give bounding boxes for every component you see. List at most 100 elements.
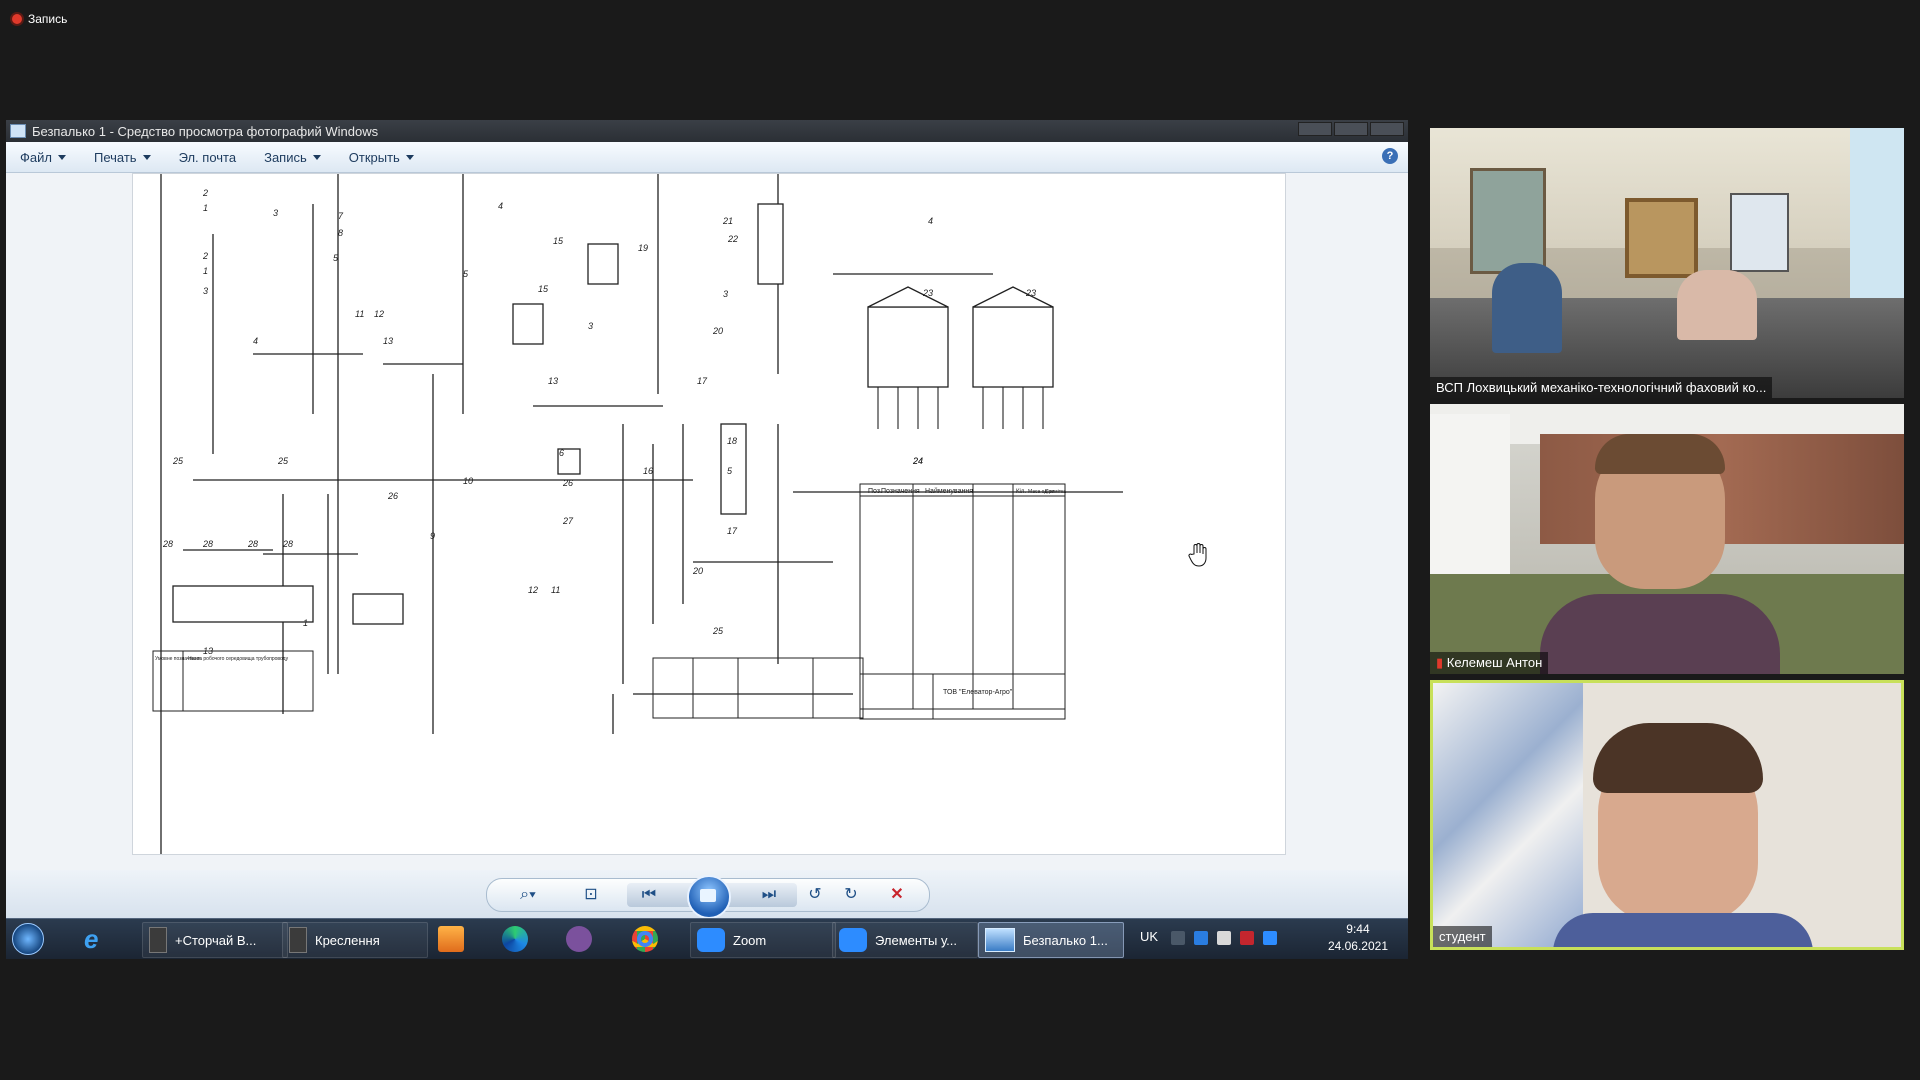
process-flow-schematic: 21 3213478511 1213541515133192122320423 232… [152, 174, 1123, 854]
actual-size-icon[interactable]: ⊡ [579, 883, 603, 907]
taskbar-app-label: Элементы у... [875, 932, 958, 948]
taskbar-app-kreslennia[interactable]: Креслення [282, 922, 428, 958]
internet-explorer-icon: e [84, 924, 99, 954]
delete-icon[interactable]: ✕ [885, 883, 909, 907]
previous-icon[interactable]: ⏮ [637, 883, 661, 907]
person-shirt [1553, 913, 1813, 947]
taskbar-zoom-elements[interactable]: Элементы у... [832, 922, 978, 958]
taskbar-viber[interactable] [566, 922, 592, 956]
tray-clipboard-icon[interactable] [1217, 931, 1231, 945]
drawing-callout: 3 [203, 286, 208, 296]
rotate-right-icon[interactable]: ↻ [839, 883, 863, 907]
drawing-callout: 25 [712, 626, 724, 636]
image-viewport[interactable]: 2 1 3 2 1 3 4 7 8 5 11 12 13 5 4 15 15 13 3 19 21 22 3 20 4 23 23 2… [6, 173, 1408, 870]
tray-zoom-meeting-icon[interactable] [1263, 931, 1277, 945]
taskbar-photo-viewer[interactable]: Безпалько 1... [978, 922, 1124, 958]
person-student [1677, 270, 1757, 340]
menu-print[interactable]: Печать [80, 150, 165, 165]
person-shirt [1540, 594, 1780, 674]
taskbar-edge[interactable] [502, 922, 528, 956]
drawing-callout: 28 [162, 539, 173, 549]
taskbar-app-label: +Сторчай В... [175, 932, 257, 948]
viber-icon [566, 926, 592, 952]
drawing-callout: 26 [562, 478, 573, 488]
taskbar-chrome[interactable] [632, 922, 658, 956]
participant-name: Келемеш Антон [1446, 655, 1543, 670]
drawing-callout: 22 [727, 234, 738, 244]
menu-burn[interactable]: Запись [250, 150, 335, 165]
drawing-callout: 4 [498, 201, 503, 211]
viewer-controls: ⌕▾ ⊡ ⏮ ⏭ ↺ ↻ ✕ [6, 870, 1408, 919]
taskbar-zoom[interactable]: Zoom [690, 922, 836, 958]
chrome-icon [632, 926, 658, 952]
rotate-left-icon[interactable]: ↺ [803, 883, 827, 907]
drawing-callout: 28 [247, 539, 258, 549]
table-spec-h4: Кіл. [1016, 489, 1026, 495]
taskbar-clock[interactable]: 9:44 24.06.2021 [1328, 921, 1388, 955]
slideshow-icon[interactable] [687, 875, 731, 919]
wall-board [1625, 198, 1698, 278]
tray-network-icon[interactable] [1171, 931, 1185, 945]
edge-icon [502, 926, 528, 952]
taskbar-app-storchai[interactable]: +Сторчай В... [142, 922, 288, 958]
drawing-callout: 28 [282, 539, 293, 549]
photo-viewer-icon [10, 124, 26, 138]
drawing-callout: 20 [692, 566, 703, 576]
video-tile-college[interactable]: ВСП Лохвицький механіко-технологічний фа… [1430, 128, 1904, 398]
drawing-callout: 16 [643, 466, 653, 476]
magnifier-icon[interactable]: ⌕▾ [513, 883, 543, 907]
control-bar: ⌕▾ ⊡ ⏮ ⏭ ↺ ↻ ✕ [486, 875, 930, 919]
maximize-button[interactable] [1334, 122, 1368, 136]
drawing-callout: 21 [722, 216, 733, 226]
windows-logo-icon [12, 923, 44, 955]
minimize-button[interactable] [1298, 122, 1332, 136]
participant-name-bar: ▮ Келемеш Антон [1430, 652, 1549, 674]
drawing-callout: 1 [303, 618, 308, 628]
video-tile-student[interactable]: студент [1430, 680, 1904, 950]
drawing-callout: 13 [203, 646, 213, 656]
taskbar-media[interactable] [438, 922, 464, 956]
clock-date: 24.06.2021 [1327, 939, 1388, 953]
drawing-callout: 9 [430, 531, 435, 541]
menu-file[interactable]: Файл [6, 150, 80, 165]
drawing-callout: 4 [253, 336, 258, 346]
drawing-callout: 11 [551, 585, 560, 595]
window-title: Безпалько 1 - Средство просмотра фотогра… [32, 123, 379, 139]
table-small-h2: Назва робочого середовища трубопроводу [188, 656, 289, 662]
drawing-callout: 6 [559, 448, 564, 458]
drawing-callout: 15 [553, 236, 564, 246]
drawing-callout: 24 [912, 456, 923, 466]
media-player-icon [438, 926, 464, 952]
tray-antivirus-icon[interactable] [1240, 931, 1254, 945]
photo-viewer-icon [985, 928, 1015, 952]
drawing-callout: 20 [712, 326, 723, 336]
menu-open[interactable]: Открыть [335, 150, 428, 165]
drawing-callout: 1 [203, 266, 208, 276]
person-hair [1595, 434, 1725, 474]
drawing-callout: 23 [922, 288, 933, 298]
drawing-callout: 18 [727, 436, 737, 446]
zoom-icon [697, 928, 725, 952]
video-tile-kelemesh[interactable]: ▮ Келемеш Антон [1430, 404, 1904, 674]
table-spec-h2: Позначення [881, 488, 920, 495]
taskbar-app-label: Безпалько 1... [1023, 932, 1108, 948]
drawing-callout: 19 [638, 243, 648, 253]
recording-indicator: Запись [12, 12, 67, 26]
menu-email[interactable]: Эл. почта [165, 150, 251, 165]
person-teacher [1492, 263, 1562, 353]
photo-viewer-window: Безпалько 1 - Средство просмотра фотогра… [6, 120, 1408, 919]
drawing-callout: 25 [172, 456, 184, 466]
chevron-down-icon [57, 154, 66, 160]
window-titlebar[interactable]: Безпалько 1 - Средство просмотра фотогра… [6, 120, 1408, 142]
close-window-button[interactable] [1370, 122, 1404, 136]
drawing-callout: 26 [387, 491, 398, 501]
drawing-callout: 17 [727, 526, 738, 536]
start-button[interactable] [12, 922, 44, 956]
drawing-callout: 2 [202, 188, 208, 198]
tray-zoom-icon[interactable] [1194, 931, 1208, 945]
menu-open-label: Открыть [348, 149, 400, 165]
taskbar-ie[interactable]: e [84, 922, 110, 956]
next-icon[interactable]: ⏭ [757, 883, 781, 907]
language-indicator[interactable]: UK [1140, 929, 1158, 944]
help-icon[interactable]: ? [1382, 148, 1398, 164]
